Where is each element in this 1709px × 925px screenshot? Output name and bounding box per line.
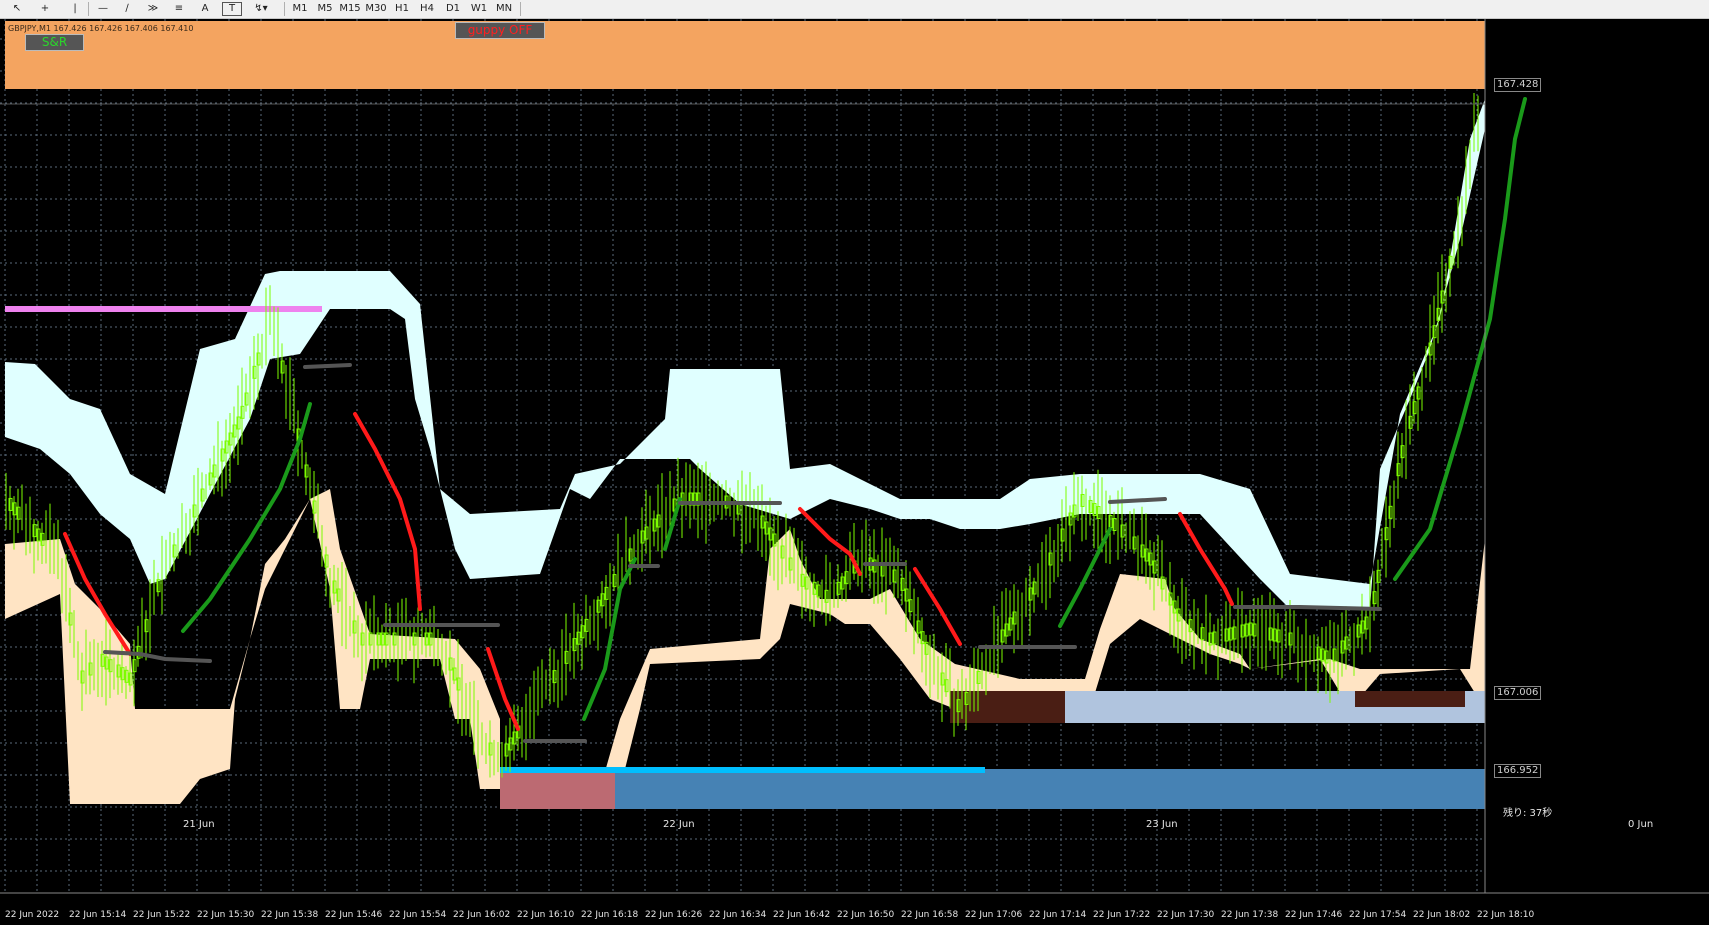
support-price-label: 167.006 xyxy=(1494,686,1542,700)
upper-cloud xyxy=(5,99,1485,609)
time-axis-label: 22 Jun 16:42 xyxy=(773,910,831,920)
date-marker: 22 Jun xyxy=(663,819,695,830)
time-axis-label: 22 Jun 16:50 xyxy=(837,910,895,920)
support-zone xyxy=(615,769,1485,809)
time-axis-label: 22 Jun 18:10 xyxy=(1477,910,1535,920)
sr-button[interactable]: S&R xyxy=(25,34,84,51)
timeframe-m15[interactable]: M15 xyxy=(338,1,362,17)
time-axis-label: 22 Jun 17:06 xyxy=(965,910,1023,920)
trendline-icon[interactable]: ∕ xyxy=(118,1,136,17)
time-axis-label: 22 Jun 17:46 xyxy=(1285,910,1343,920)
channel-icon[interactable]: ≫ xyxy=(144,1,162,17)
time-axis-label: 22 Jun 17:14 xyxy=(1029,910,1087,920)
toolbar-separator xyxy=(520,2,521,16)
ma-flat-segment xyxy=(303,363,352,369)
date-marker: 23 Jun xyxy=(1146,819,1178,830)
time-axis-label: 22 Jun 16:34 xyxy=(709,910,767,920)
time-axis-label: 22 Jun 15:54 xyxy=(389,910,447,920)
time-axis-label: 22 Jun 16:18 xyxy=(581,910,639,920)
ma-up-segment xyxy=(1058,527,1112,628)
time-axis-label: 22 Jun 17:38 xyxy=(1221,910,1279,920)
toolbar-separator xyxy=(284,2,285,16)
timeframe-w1[interactable]: W1 xyxy=(467,1,491,17)
low-price-label: 166.952 xyxy=(1494,764,1542,778)
timeframe-mn[interactable]: MN xyxy=(492,1,516,17)
timeframe-d1[interactable]: D1 xyxy=(441,1,465,17)
timeframe-m5[interactable]: M5 xyxy=(313,1,337,17)
time-axis-label: 22 Jun 2022 xyxy=(5,910,60,920)
date-marker: 0 Jun xyxy=(1628,819,1654,830)
price-chart[interactable] xyxy=(0,19,1709,925)
time-axis-label: 22 Jun 17:54 xyxy=(1349,910,1407,920)
blue-line xyxy=(500,767,985,773)
ma-flat-segment xyxy=(1233,605,1382,611)
time-axis-label: 22 Jun 16:26 xyxy=(645,910,703,920)
timeframe-h1[interactable]: H1 xyxy=(390,1,414,17)
text-tool-icon[interactable]: A xyxy=(196,1,214,17)
fibonacci-icon[interactable]: ≡ xyxy=(170,1,188,17)
timeframe-h4[interactable]: H4 xyxy=(415,1,439,17)
time-axis-label: 22 Jun 16:10 xyxy=(517,910,575,920)
guppy-toggle-button[interactable]: guppy OFF xyxy=(455,22,545,39)
date-marker: 21 Jun xyxy=(183,819,215,830)
cursor-icon[interactable]: ↖ xyxy=(8,1,26,17)
dark-zone xyxy=(1355,691,1465,707)
time-axis-label: 22 Jun 18:02 xyxy=(1413,910,1471,920)
vertical-line-icon[interactable]: | xyxy=(66,1,84,17)
time-axis-label: 22 Jun 16:02 xyxy=(453,910,511,920)
time-axis-label: 22 Jun 15:30 xyxy=(197,910,255,920)
time-axis-label: 22 Jun 15:46 xyxy=(325,910,383,920)
time-axis-label: 22 Jun 15:14 xyxy=(69,910,127,920)
time-axis-label: 22 Jun 15:22 xyxy=(133,910,191,920)
current-price-label: 167.428 xyxy=(1494,78,1542,92)
symbol-header: GBPJPY,M1 167.426 167.426 167.406 167.41… xyxy=(8,24,194,33)
horizontal-line-icon[interactable]: — xyxy=(94,1,112,17)
timeframe-m1[interactable]: M1 xyxy=(288,1,312,17)
ma-up-segment xyxy=(1393,97,1527,581)
shapes-menu-icon[interactable]: ↯▾ xyxy=(248,1,274,17)
ma-down-segment xyxy=(353,412,422,611)
time-axis-label: 22 Jun 15:38 xyxy=(261,910,319,920)
pink-zone xyxy=(500,769,615,809)
time-axis-label: 22 Jun 17:30 xyxy=(1157,910,1215,920)
chart-area[interactable]: GBPJPY,M1 167.426 167.426 167.406 167.41… xyxy=(0,19,1709,925)
timeframe-m30[interactable]: M30 xyxy=(364,1,388,17)
crosshair-icon[interactable]: + xyxy=(36,1,54,17)
text-label-icon[interactable]: T xyxy=(222,2,242,16)
countdown-label: 残り: 37秒 xyxy=(1503,808,1553,819)
time-axis-label: 22 Jun 17:22 xyxy=(1093,910,1151,920)
toolbar: ↖ + | — ∕ ≫ ≡ A T ↯▾ M1 M5 M15 M30 H1 H4… xyxy=(0,0,1709,19)
resistance-zone xyxy=(5,21,1485,89)
toolbar-separator xyxy=(88,2,89,16)
dark-zone xyxy=(950,691,1065,723)
time-axis-label: 22 Jun 16:58 xyxy=(901,910,959,920)
